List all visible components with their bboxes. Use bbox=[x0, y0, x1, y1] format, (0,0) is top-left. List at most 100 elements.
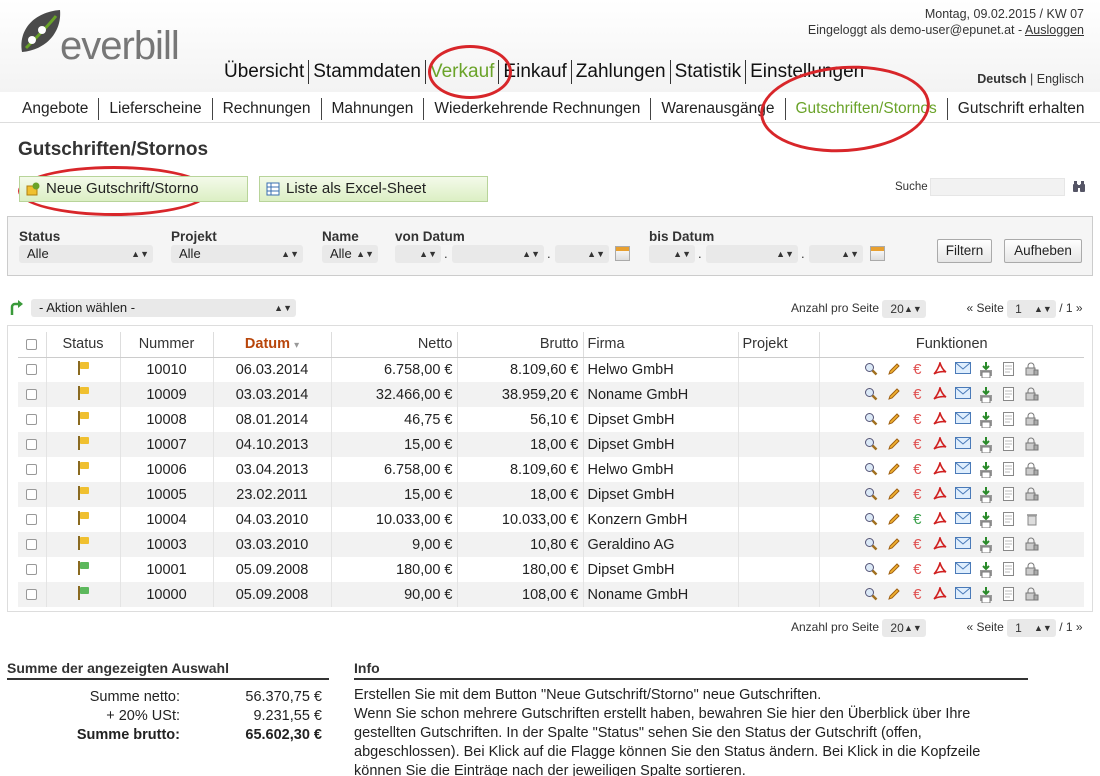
pdf-icon[interactable] bbox=[931, 584, 949, 603]
lock-archive-icon[interactable] bbox=[1023, 587, 1041, 603]
row-checkbox[interactable] bbox=[26, 364, 38, 376]
pdf-icon[interactable] bbox=[931, 459, 949, 478]
per-page-select[interactable]: 20 ▲▼ bbox=[882, 299, 926, 318]
email-icon[interactable] bbox=[954, 486, 972, 503]
print-download-icon[interactable] bbox=[977, 411, 995, 428]
print-download-icon[interactable] bbox=[977, 586, 995, 603]
magnifier-view-icon[interactable] bbox=[862, 362, 880, 378]
search-input[interactable] bbox=[930, 178, 1065, 196]
magnifier-view-icon[interactable] bbox=[862, 462, 880, 478]
table-row[interactable]: 10007 04.10.2013 15,00 €18,00 € Dipset GmbH… bbox=[18, 432, 1084, 457]
email-icon[interactable] bbox=[954, 386, 972, 403]
filter-status-select[interactable]: Alle ▲▼ bbox=[19, 245, 153, 263]
filter-button[interactable]: Filtern bbox=[937, 239, 992, 263]
row-checkbox-cell[interactable] bbox=[18, 382, 46, 407]
euro-payment-icon[interactable]: € bbox=[908, 361, 926, 378]
status-flag-icon[interactable] bbox=[77, 485, 89, 500]
row-checkbox[interactable] bbox=[26, 589, 38, 601]
magnifier-view-icon[interactable] bbox=[862, 537, 880, 553]
status-flag-icon[interactable] bbox=[77, 410, 89, 425]
print-download-icon[interactable] bbox=[977, 361, 995, 379]
pdf-icon[interactable] bbox=[931, 384, 949, 403]
row-checkbox-cell[interactable] bbox=[18, 357, 46, 382]
euro-payment-icon[interactable]: € bbox=[908, 536, 926, 553]
magnifier-view-icon[interactable] bbox=[862, 412, 880, 428]
status-cell[interactable] bbox=[45, 432, 120, 457]
row-checkbox[interactable] bbox=[26, 414, 38, 426]
bis-calendar-icon[interactable] bbox=[870, 246, 885, 261]
status-cell[interactable] bbox=[45, 357, 120, 382]
lang-englisch[interactable]: Englisch bbox=[1037, 72, 1084, 86]
subnav-gutschriften-stornos[interactable]: Gutschriften/Stornos bbox=[786, 98, 948, 120]
status-flag-icon[interactable] bbox=[77, 510, 89, 525]
euro-payment-icon[interactable]: € bbox=[908, 486, 926, 503]
nav-zahlungen[interactable]: Zahlungen bbox=[572, 60, 671, 84]
reset-filter-button[interactable]: Aufheben bbox=[1004, 239, 1082, 263]
subnav-angebote[interactable]: Angebote bbox=[14, 98, 100, 120]
subnav-mahnungen[interactable]: Mahnungen bbox=[322, 98, 425, 120]
col-status[interactable]: Status bbox=[45, 332, 120, 358]
email-icon[interactable] bbox=[954, 511, 972, 528]
euro-payment-icon[interactable]: € bbox=[908, 411, 926, 428]
pencil-edit-icon[interactable] bbox=[885, 462, 903, 478]
status-flag-icon[interactable] bbox=[77, 435, 89, 450]
filter-projekt-select[interactable]: Alle ▲▼ bbox=[171, 245, 303, 263]
select-all-checkbox[interactable] bbox=[26, 338, 38, 350]
pencil-edit-icon[interactable] bbox=[885, 587, 903, 603]
copy-document-icon[interactable] bbox=[1000, 486, 1018, 503]
copy-document-icon[interactable] bbox=[1000, 386, 1018, 403]
pencil-edit-icon[interactable] bbox=[885, 562, 903, 578]
euro-payment-icon[interactable]: € bbox=[908, 511, 926, 528]
status-flag-icon[interactable] bbox=[77, 460, 89, 475]
pdf-icon[interactable] bbox=[931, 409, 949, 428]
magnifier-view-icon[interactable] bbox=[862, 512, 880, 528]
lock-archive-icon[interactable] bbox=[1023, 412, 1041, 428]
logout-link[interactable]: Ausloggen bbox=[1025, 23, 1084, 37]
table-row[interactable]: 10009 03.03.2014 32.466,00 €38.959,20 € Non… bbox=[18, 382, 1084, 407]
col-brutto[interactable]: Brutto bbox=[456, 332, 583, 358]
table-row[interactable]: 10004 04.03.2010 10.033,00 €10.033,00 € Kon… bbox=[18, 507, 1084, 532]
table-row[interactable]: 10006 03.04.2013 6.758,00 €8.109,60 € Helwo… bbox=[18, 457, 1084, 482]
print-download-icon[interactable] bbox=[977, 386, 995, 403]
email-icon[interactable] bbox=[954, 361, 972, 378]
pdf-icon[interactable] bbox=[931, 484, 949, 503]
status-cell[interactable] bbox=[45, 557, 120, 582]
pencil-edit-icon[interactable] bbox=[885, 362, 903, 378]
subnav-rechnungen[interactable]: Rechnungen bbox=[213, 98, 322, 120]
row-checkbox[interactable] bbox=[26, 464, 38, 476]
row-checkbox-cell[interactable] bbox=[18, 532, 46, 557]
email-icon[interactable] bbox=[954, 536, 972, 553]
euro-payment-icon[interactable]: € bbox=[908, 386, 926, 403]
status-flag-icon[interactable] bbox=[77, 360, 89, 375]
row-checkbox[interactable] bbox=[26, 489, 38, 501]
euro-payment-icon[interactable]: € bbox=[908, 561, 926, 578]
nav-uebersicht[interactable]: Übersicht bbox=[224, 60, 310, 84]
euro-payment-icon[interactable]: € bbox=[908, 586, 926, 603]
row-checkbox-cell[interactable] bbox=[18, 507, 46, 532]
pencil-edit-icon[interactable] bbox=[885, 487, 903, 503]
magnifier-view-icon[interactable] bbox=[862, 562, 880, 578]
subnav-wiederkehrende-rechnungen[interactable]: Wiederkehrende Rechnungen bbox=[424, 98, 652, 120]
row-checkbox[interactable] bbox=[26, 514, 38, 526]
per-page-select[interactable]: 20 ▲▼ bbox=[882, 618, 926, 637]
status-flag-icon[interactable] bbox=[77, 560, 89, 575]
email-icon[interactable] bbox=[954, 461, 972, 478]
copy-document-icon[interactable] bbox=[1000, 561, 1018, 578]
print-download-icon[interactable] bbox=[977, 486, 995, 503]
von-month-select[interactable]: ▲▼ bbox=[452, 245, 544, 263]
row-checkbox[interactable] bbox=[26, 539, 38, 551]
bis-year-select[interactable]: ▲▼ bbox=[809, 245, 863, 263]
magnifier-view-icon[interactable] bbox=[862, 437, 880, 453]
pdf-icon[interactable] bbox=[931, 359, 949, 378]
euro-payment-icon[interactable]: € bbox=[908, 461, 926, 478]
status-cell[interactable] bbox=[45, 457, 120, 482]
row-checkbox-cell[interactable] bbox=[18, 407, 46, 432]
nav-einstellungen[interactable]: Einstellungen bbox=[746, 60, 868, 84]
lang-deutsch[interactable]: Deutsch bbox=[977, 72, 1026, 86]
row-checkbox-cell[interactable] bbox=[18, 482, 46, 507]
pencil-edit-icon[interactable] bbox=[885, 412, 903, 428]
status-flag-icon[interactable] bbox=[77, 535, 89, 550]
col-netto[interactable]: Netto bbox=[330, 332, 457, 358]
logo[interactable]: everbill bbox=[16, 4, 216, 68]
euro-payment-icon[interactable]: € bbox=[908, 436, 926, 453]
